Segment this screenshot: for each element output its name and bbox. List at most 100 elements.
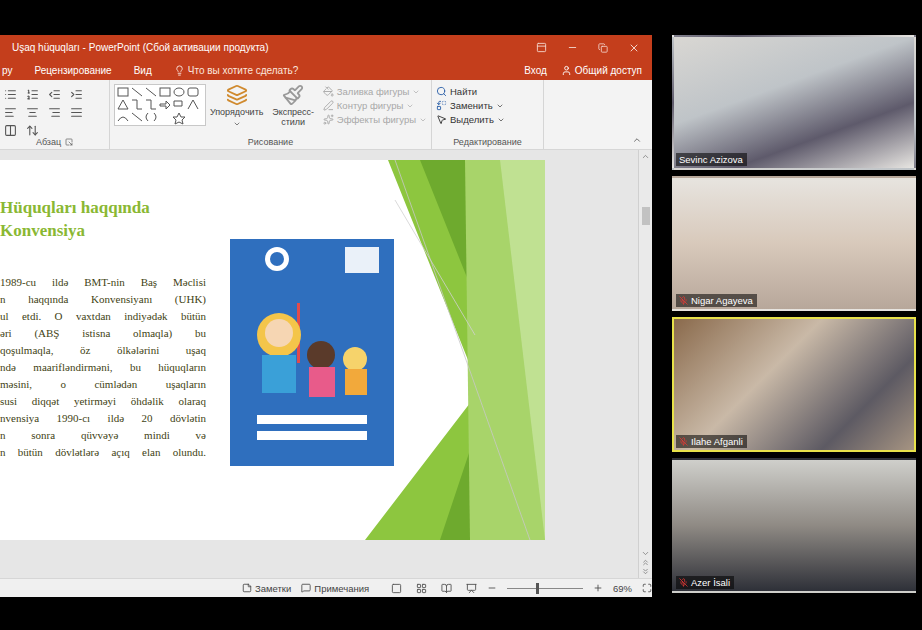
justify-icon[interactable] bbox=[70, 106, 88, 119]
drawing-group: УпорядочитьЭкспресс-стили Заливка фигуры К… bbox=[110, 80, 432, 149]
arrange-button[interactable]: Упорядочить bbox=[210, 84, 264, 137]
sign-in[interactable]: Вход bbox=[524, 65, 547, 76]
dropdown-icon bbox=[233, 120, 241, 128]
shape-command[interactable]: Контур фигуры bbox=[323, 100, 427, 111]
lightbulb-icon bbox=[174, 65, 185, 76]
indent-decrease-icon[interactable] bbox=[48, 88, 66, 101]
menu-tab[interactable]: Вид bbox=[134, 65, 152, 76]
editing-command[interactable]: Найти bbox=[436, 86, 505, 97]
dropdown-icon bbox=[497, 116, 505, 124]
participant-name: Nigar Agayeva bbox=[676, 294, 757, 307]
group-label: Редактирование bbox=[436, 137, 539, 147]
ribbon: АбзацУпорядочитьЭкспресс-стилиЗаливка фи… bbox=[0, 80, 652, 150]
vertical-scrollbar[interactable] bbox=[638, 150, 652, 578]
list-icon[interactable] bbox=[4, 88, 22, 101]
slide[interactable]: Hüquqları haqqındaKonvensiya1989-cu ildə… bbox=[0, 160, 545, 540]
shapes-gallery[interactable] bbox=[114, 84, 206, 126]
shape-command[interactable]: Заливка фигуры bbox=[323, 86, 427, 97]
participant-name: Ilahe Afganli bbox=[676, 435, 747, 448]
close-icon[interactable] bbox=[628, 42, 640, 54]
scroll-down-icon[interactable] bbox=[641, 549, 650, 558]
zoom-in-icon[interactable] bbox=[593, 583, 603, 593]
paragraph-line: 1989-cu ildə BMT-nin Baş Məclisi bbox=[0, 274, 206, 291]
fit-slide-icon[interactable] bbox=[642, 583, 652, 593]
next-slide-icon[interactable] bbox=[641, 567, 650, 576]
user-icon bbox=[561, 65, 572, 76]
align-left-icon[interactable] bbox=[4, 106, 22, 119]
comments-icon bbox=[301, 583, 311, 593]
dropdown-icon bbox=[496, 102, 504, 110]
participant-name: Sevinc Azizova bbox=[676, 153, 747, 166]
paragraph-line: ndə maarifləndirməni, bu hüquqların bbox=[0, 359, 206, 376]
zoom-out-icon[interactable] bbox=[487, 583, 497, 593]
notes-icon bbox=[242, 583, 252, 593]
launcher-icon[interactable] bbox=[65, 138, 73, 146]
book-cover-icon bbox=[237, 245, 387, 455]
normal-view-icon[interactable] bbox=[391, 583, 402, 594]
window-controls bbox=[536, 42, 652, 54]
editing-command[interactable]: Заменить bbox=[436, 100, 505, 111]
slide-pane: Hüquqları haqqındaKonvensiya1989-cu ildə… bbox=[0, 150, 638, 578]
zoom-level[interactable]: 69% bbox=[613, 583, 632, 594]
slide-text: Hüquqları haqqındaKonvensiya1989-cu ildə… bbox=[0, 160, 210, 540]
menu-tab[interactable]: ру bbox=[2, 65, 12, 76]
account-area: Вход Общий доступ bbox=[524, 65, 642, 76]
mic-off-icon bbox=[679, 296, 688, 305]
slide-title: Konvensiya bbox=[0, 219, 210, 242]
align-center-icon[interactable] bbox=[26, 106, 44, 119]
participant-tile[interactable]: Ilahe Afganli bbox=[672, 317, 916, 452]
share-button[interactable]: Общий доступ bbox=[561, 65, 642, 76]
slide-sorter-icon[interactable] bbox=[416, 583, 427, 594]
tell-me-field[interactable]: Что вы хотите сделать? bbox=[174, 65, 299, 76]
participant-tile[interactable]: Nigar Agayeva bbox=[672, 176, 916, 311]
ribbon-display-icon[interactable] bbox=[536, 42, 547, 53]
align-right-icon[interactable] bbox=[48, 106, 66, 119]
numbered-list-icon[interactable] bbox=[26, 88, 44, 101]
zoom-thumb[interactable] bbox=[536, 583, 539, 594]
participant-tile[interactable]: Azer İsali bbox=[672, 458, 916, 593]
line-spacing-icon[interactable] bbox=[26, 124, 44, 137]
indent-increase-icon[interactable] bbox=[70, 88, 88, 101]
paragraph-line: qoşulmaqla, öz ölkələrini uşaq bbox=[0, 342, 206, 359]
minimize-icon[interactable] bbox=[567, 42, 578, 53]
quick-styles-button[interactable]: Экспресс-стили bbox=[267, 84, 318, 137]
restore-icon[interactable] bbox=[598, 43, 608, 53]
select-icon bbox=[436, 114, 447, 125]
paragraph-line: ul etdi. O vaxtdan indiyədək bütün bbox=[0, 308, 206, 325]
paragraph-line: n sonra qüvvəyə mindi və bbox=[0, 427, 206, 444]
slideshow-icon[interactable] bbox=[466, 583, 477, 594]
paragraph-line: n haqqında Konvensiyanı (UHK) bbox=[0, 291, 206, 308]
paragraph-line: əri (ABŞ istisna olmaqla) bu bbox=[0, 325, 206, 342]
menu-tabs: ру Рецензирование Вид Что вы хотите сделать… bbox=[0, 60, 652, 80]
scroll-up-icon[interactable] bbox=[641, 152, 650, 161]
editing-command[interactable]: Выделить bbox=[436, 114, 505, 125]
slide-paragraph: 1989-cu ildə BMT-nin Baş Məclisin haqqın… bbox=[0, 274, 206, 461]
paragraph-line: nvensiya 1990-cı ildə 20 dövlətin bbox=[0, 410, 206, 427]
reading-view-icon[interactable] bbox=[441, 583, 452, 594]
editing-commands: Найти Заменить Выделить bbox=[436, 84, 539, 137]
editing-group: Найти Заменить Выделить Редактирование bbox=[432, 80, 544, 149]
shape-command[interactable]: Эффекты фигуры bbox=[323, 114, 427, 125]
previous-slide-icon[interactable] bbox=[641, 558, 650, 567]
view-buttons bbox=[391, 583, 477, 594]
chevron-up-icon bbox=[632, 135, 642, 145]
scroll-thumb[interactable] bbox=[642, 207, 650, 225]
collapse-ribbon[interactable] bbox=[632, 80, 652, 149]
menu-tab[interactable]: Рецензирование bbox=[34, 65, 111, 76]
comments-button[interactable]: Примечания bbox=[301, 583, 369, 594]
screen: Uşaq hüquqları - PowerPoint (Сбой актива… bbox=[0, 0, 922, 630]
participant-tile[interactable]: Sevinc Azizova bbox=[672, 35, 916, 170]
shape-commands: Заливка фигуры Контур фигуры Эффекты фигур… bbox=[323, 84, 427, 137]
fill-icon bbox=[323, 86, 334, 97]
book-cover-picture[interactable] bbox=[230, 239, 394, 466]
paragraph-line: məsini, o cümlədən uşaqların bbox=[0, 376, 206, 393]
group-label: Абзац bbox=[4, 137, 105, 147]
mic-off-icon bbox=[679, 437, 688, 446]
search-icon bbox=[436, 86, 447, 97]
effects-icon bbox=[323, 114, 334, 125]
notes-button[interactable]: Заметки bbox=[242, 583, 291, 594]
columns-icon[interactable] bbox=[4, 124, 22, 137]
group-label: Рисование bbox=[114, 137, 427, 147]
zoom-slider[interactable] bbox=[507, 588, 583, 589]
arrange-icon bbox=[226, 84, 248, 106]
